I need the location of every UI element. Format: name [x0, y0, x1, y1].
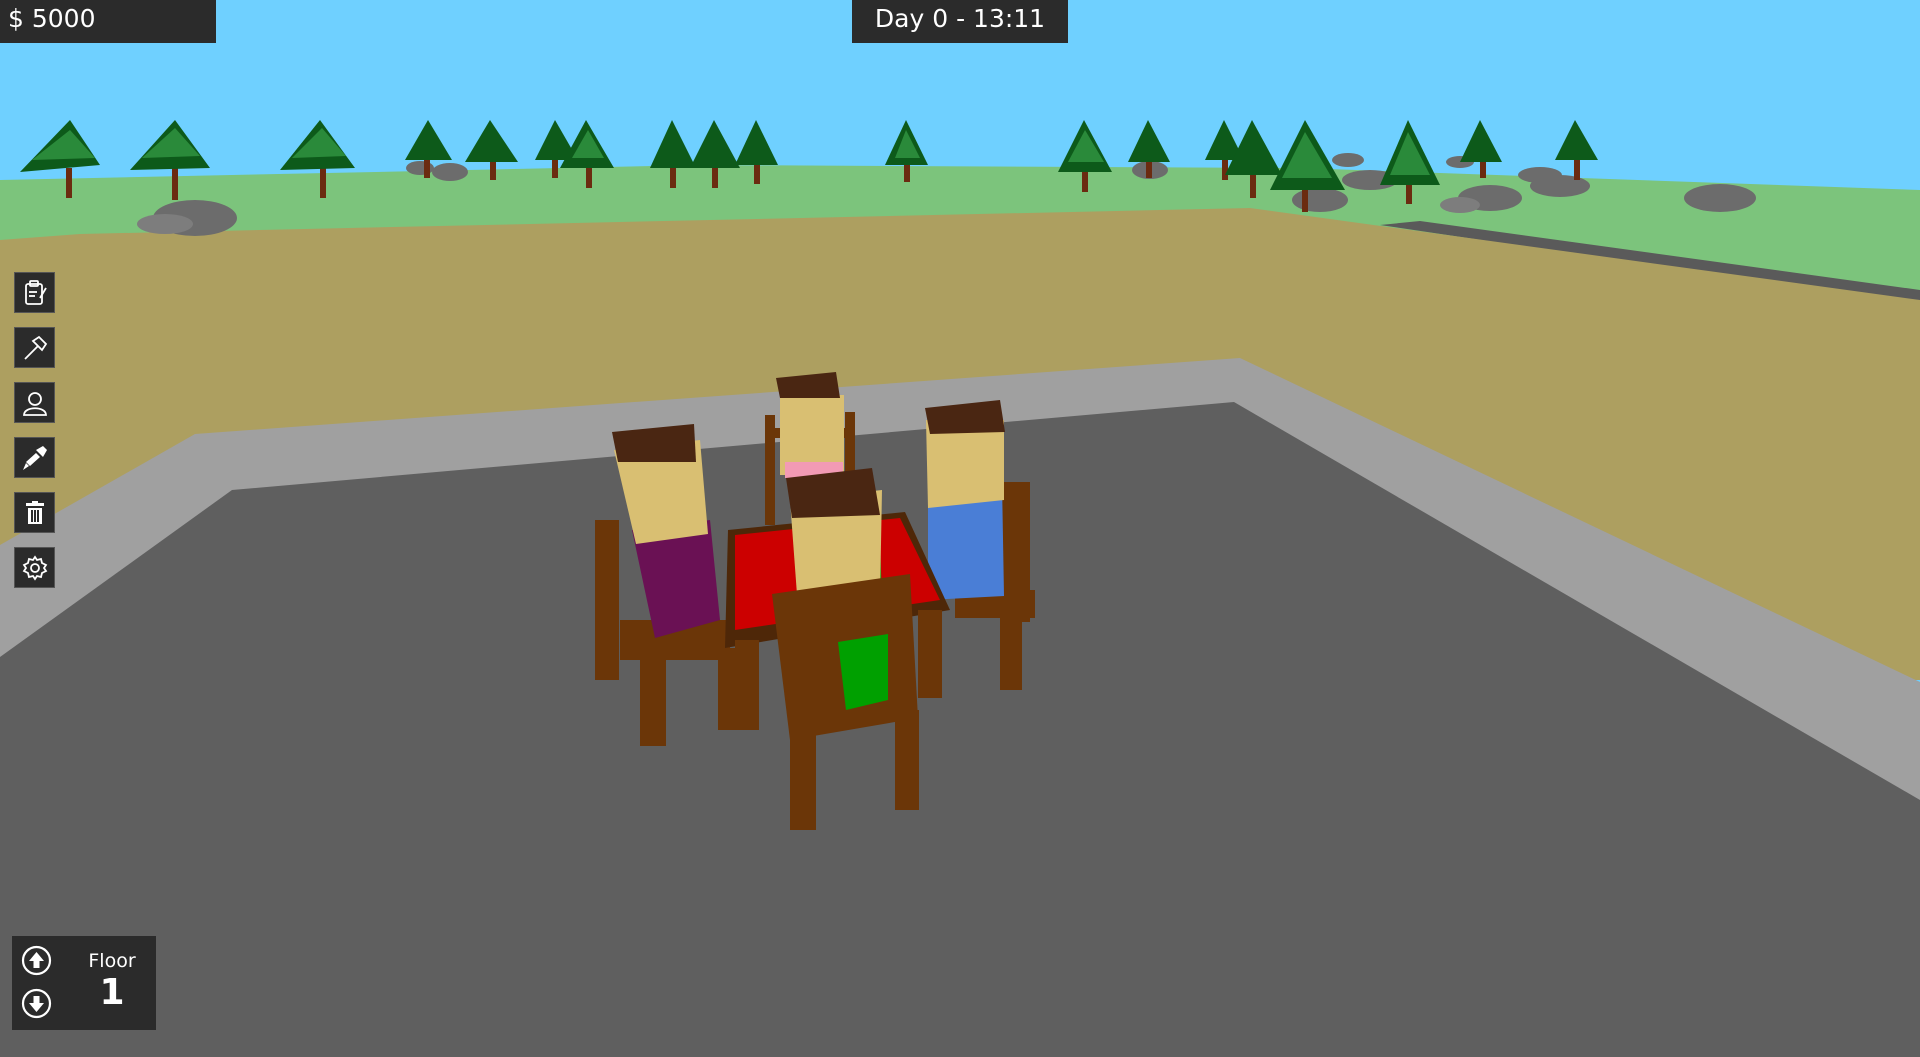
floor-up-button[interactable]	[21, 945, 52, 976]
staff-button[interactable]	[14, 382, 55, 423]
floor-selector: Floor 1	[12, 936, 156, 1030]
floor-label: Floor	[88, 950, 136, 972]
paint-brush-icon	[22, 445, 47, 470]
person-icon	[22, 391, 47, 416]
trash-icon	[25, 500, 44, 524]
arrow-down-circle-icon	[21, 988, 52, 1019]
build-button[interactable]	[14, 327, 55, 368]
arrow-up-circle-icon	[21, 945, 52, 976]
settings-button[interactable]	[14, 547, 55, 588]
floor-number: 1	[99, 972, 125, 1013]
game-viewport[interactable]	[0, 0, 1920, 1057]
clipboard-icon	[24, 279, 47, 305]
hammer-icon	[23, 335, 47, 360]
guest-pink	[776, 372, 844, 478]
delete-button[interactable]	[14, 492, 55, 533]
day-clock-display: Day 0 - 13:11	[852, 0, 1068, 43]
tool-sidebar	[14, 272, 55, 602]
tasks-button[interactable]	[14, 272, 55, 313]
decorate-button[interactable]	[14, 437, 55, 478]
money-display: $ 5000	[0, 0, 216, 43]
gear-icon	[22, 554, 47, 581]
guest-blue	[925, 400, 1005, 600]
floor-down-button[interactable]	[21, 988, 52, 1019]
